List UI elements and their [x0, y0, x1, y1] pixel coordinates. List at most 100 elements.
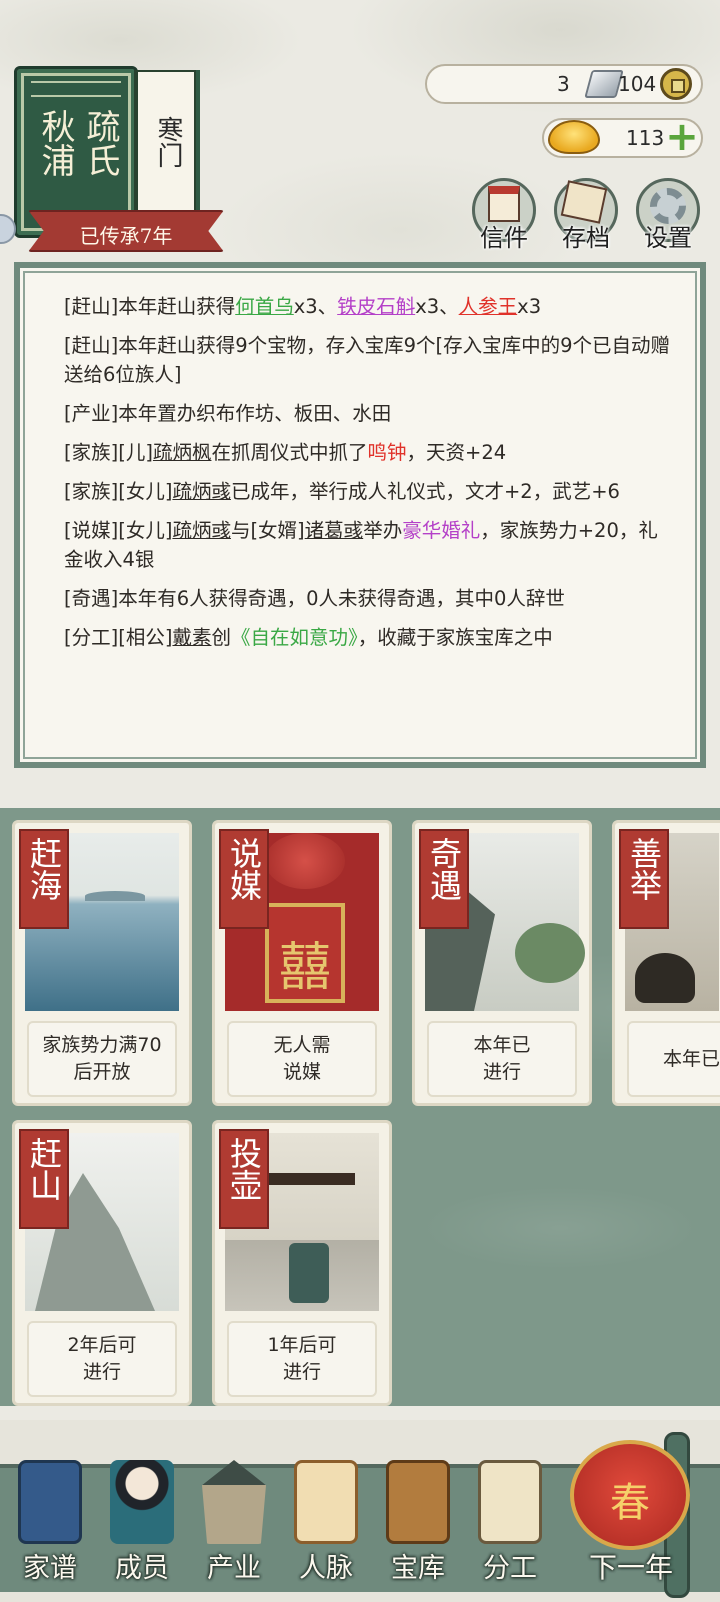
activity-status: 本年已 进行: [427, 1021, 577, 1097]
wedding-panel: 囍: [265, 903, 345, 1003]
log-text: x3、: [415, 295, 459, 318]
activity-status: 本年已进: [627, 1021, 720, 1097]
log-text: x3: [517, 295, 542, 318]
family-plaque[interactable]: 疏氏 秋浦 寒门 已传承7年: [6, 62, 224, 252]
family-status-scroll: 寒门: [134, 70, 196, 230]
log-highlight[interactable]: 何首乌: [235, 295, 294, 318]
log-text: x3、: [293, 295, 338, 318]
letters-button[interactable]: 信件: [468, 178, 540, 252]
save-label: 存档: [562, 224, 610, 252]
log-entry: [赶山]本年赶山获得9个宝物，存入宝库9个[存入宝库中的9个已自动赠送给6位族人…: [64, 331, 674, 389]
nav-property-label: 产业: [207, 1553, 261, 1584]
nav-treasury-label: 宝库: [391, 1553, 445, 1584]
year-log-panel[interactable]: [赶山]本年赶山获得何首乌x3、铁皮石斛x3、人参王x3 [赶山]本年赶山获得9个…: [14, 262, 706, 768]
gold-count: 113: [626, 126, 665, 150]
board-pattern: [31, 81, 121, 97]
log-text: [赶山]本年赶山获得9个宝物，存入宝库9个[存入宝库中的9个已自动赠送给6位族人…: [64, 334, 671, 386]
nav-genealogy[interactable]: 家谱: [8, 1460, 92, 1590]
save-button[interactable]: 存档: [550, 178, 622, 252]
log-highlight[interactable]: 疏炳彧: [172, 519, 231, 542]
nav-division[interactable]: 分工: [468, 1460, 552, 1590]
log-text: 创: [211, 626, 231, 649]
settings-label: 设置: [644, 224, 692, 252]
activity-status: 1年后可 进行: [227, 1321, 377, 1397]
activity-card-charity[interactable]: 善举 本年已进: [612, 820, 720, 1106]
season-glyph: 春: [610, 1480, 650, 1526]
log-entry: [说媒][女儿]疏炳彧与[女婿]诸葛彧举办豪华婚礼，家族势力+20，礼金收入4银: [64, 516, 674, 574]
network-icon: [294, 1460, 358, 1544]
letter-icon: [488, 186, 520, 222]
nav-network[interactable]: 人脉: [284, 1460, 368, 1590]
genealogy-book-icon: [18, 1460, 82, 1544]
gold-ingot-icon: [548, 120, 600, 154]
log-text: [家族][女儿]: [64, 480, 173, 503]
log-text: 与[女婿]: [230, 519, 305, 542]
log-text: 在抓周仪式中抓了: [211, 441, 368, 464]
log-highlight[interactable]: 疏炳枫: [153, 441, 212, 464]
nav-division-label: 分工: [483, 1553, 537, 1584]
activity-card-pitch-pot[interactable]: 投壶 1年后可 进行: [212, 1120, 392, 1406]
division-scroll-icon: [478, 1460, 542, 1544]
activity-tag: 善举: [619, 829, 669, 929]
nav-members[interactable]: 成员: [100, 1460, 184, 1590]
activity-tag: 赶山: [19, 1129, 69, 1229]
letters-label: 信件: [480, 224, 528, 252]
next-year-lantern-button[interactable]: 春: [570, 1440, 690, 1550]
log-highlight[interactable]: 诸葛彧: [305, 519, 364, 542]
activity-card-matchmaking[interactable]: 囍 说媒 无人需 说媒: [212, 820, 392, 1106]
activity-status: 2年后可 进行: [27, 1321, 177, 1397]
property-house-icon: [202, 1460, 266, 1544]
activity-tag: 赶海: [19, 829, 69, 929]
activity-card-encounter[interactable]: 奇遇 本年已 进行: [412, 820, 592, 1106]
log-text: ，收藏于家族宝库之中: [357, 626, 553, 649]
log-text: [产业]本年置办织布作坊、板田、水田: [64, 402, 392, 425]
log-text: 举办: [363, 519, 403, 542]
pot-shape: [289, 1243, 329, 1303]
log-highlight[interactable]: 戴素: [172, 626, 211, 649]
log-text: ，天资+24: [406, 441, 507, 464]
log-highlight[interactable]: 人参王: [459, 295, 518, 318]
nav-genealogy-label: 家谱: [23, 1553, 77, 1584]
log-highlight: 《自在如意功》: [230, 626, 358, 649]
table-shape: [255, 1173, 355, 1185]
log-text: [赶山]本年赶山获得: [64, 295, 236, 318]
family-status: 寒门: [153, 116, 183, 168]
next-year-label[interactable]: 下一年: [556, 1546, 706, 1586]
settings-button[interactable]: 设置: [632, 178, 704, 252]
log-entry: [奇遇]本年有6人获得奇遇，0人未获得奇遇，其中0人辞世: [64, 584, 674, 613]
log-entry: [分工][相公]戴素创《自在如意功》，收藏于家族宝库之中: [64, 623, 674, 652]
nav-members-label: 成员: [115, 1553, 169, 1584]
year-log-list: [赶山]本年赶山获得何首乌x3、铁皮石斛x3、人参王x3 [赶山]本年赶山获得9个…: [64, 292, 674, 662]
log-highlight: 鸣钟: [367, 441, 407, 464]
inherit-years: 已传承7年: [79, 224, 173, 248]
log-highlight[interactable]: 铁皮石斛: [337, 295, 415, 318]
log-entry: [产业]本年置办织布作坊、板田、水田: [64, 399, 674, 428]
nav-property[interactable]: 产业: [192, 1460, 276, 1590]
activity-tag: 奇遇: [419, 829, 469, 929]
activity-tag: 说媒: [219, 829, 269, 929]
family-place: 秋浦: [35, 109, 75, 177]
nav-treasury[interactable]: 宝库: [376, 1460, 460, 1590]
log-highlight[interactable]: 豪华婚礼: [402, 519, 480, 542]
activity-status: 家族势力满70 后开放: [27, 1021, 177, 1097]
activity-card-sea[interactable]: 赶海 家族势力满70 后开放: [12, 820, 192, 1106]
log-text: [奇遇]本年有6人获得奇遇，0人未获得奇遇，其中0人辞世: [64, 587, 565, 610]
log-text: 已成年，举行成人礼仪式，文才+2，武艺+6: [230, 480, 620, 503]
log-highlight[interactable]: 疏炳彧: [172, 480, 231, 503]
log-entry: [赶山]本年赶山获得何首乌x3、铁皮石斛x3、人参王x3: [64, 292, 674, 321]
log-text: [家族][儿]: [64, 441, 153, 464]
member-person-icon: [110, 1460, 174, 1544]
inherit-ribbon: 已传承7年: [28, 210, 224, 252]
family-surname: 疏氏: [80, 109, 120, 177]
copper-coin-icon: [660, 68, 692, 100]
activity-status: 无人需 说媒: [227, 1021, 377, 1097]
log-text: [说媒][女儿]: [64, 519, 173, 542]
add-gold-button[interactable]: +: [664, 117, 700, 157]
nav-network-label: 人脉: [299, 1553, 353, 1584]
log-entry: [家族][女儿]疏炳彧已成年，举行成人礼仪式，文才+2，武艺+6: [64, 477, 674, 506]
treasury-chest-icon: [386, 1460, 450, 1544]
double-happiness-glyph: 囍: [278, 938, 331, 998]
red-bow: [265, 833, 345, 889]
activity-card-foraging[interactable]: 赶山 2年后可 进行: [12, 1120, 192, 1406]
log-entry: [家族][儿]疏炳枫在抓周仪式中抓了鸣钟，天资+24: [64, 438, 674, 467]
